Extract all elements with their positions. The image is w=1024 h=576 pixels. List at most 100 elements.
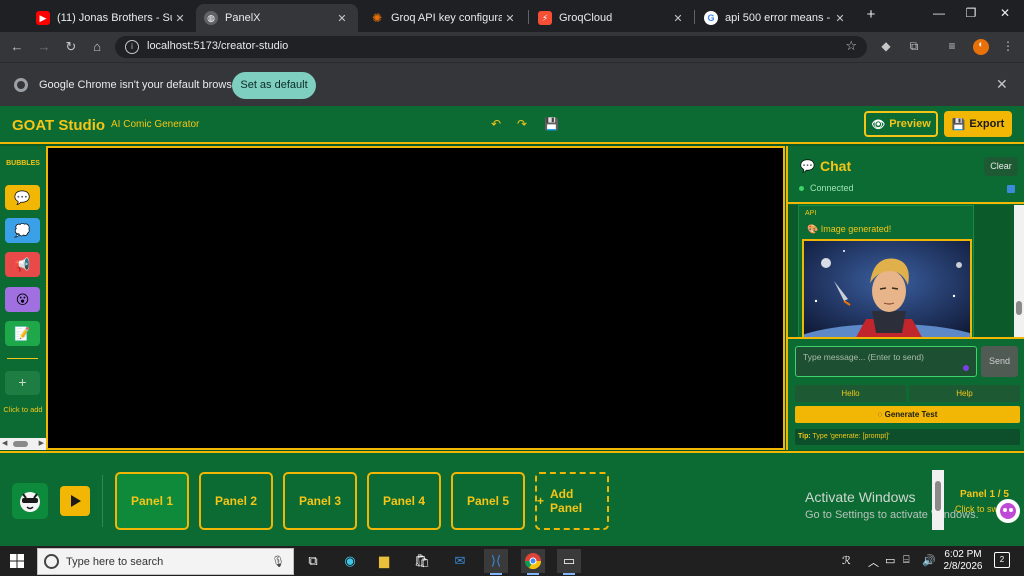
notification-center[interactable]: 2: [994, 552, 1010, 568]
reload-icon[interactable]: ↻: [62, 39, 80, 55]
comic-canvas[interactable]: [46, 146, 785, 450]
add-panel-button[interactable]: + Add Panel: [535, 472, 609, 530]
minimize-button[interactable]: —: [924, 6, 954, 20]
panel-3-button[interactable]: Panel 3: [283, 472, 357, 530]
tab-google-search[interactable]: G api 500 error means - Google ✕: [696, 4, 856, 32]
globe-icon: ◍: [204, 11, 218, 25]
eye-icon: 👁: [871, 118, 886, 131]
file-explorer-icon[interactable]: ▆: [372, 549, 396, 573]
scroll-thumb[interactable]: [1016, 301, 1022, 315]
panel-strip: Panel 1 Panel 2 Panel 3 Panel 4 Panel 5 …: [0, 451, 1024, 546]
extension-icon[interactable]: ◆: [878, 39, 894, 55]
infobar-close-icon[interactable]: ✕: [996, 76, 1008, 93]
menu-kebab-icon[interactable]: ⋮: [1000, 39, 1016, 55]
chat-message-input[interactable]: Type message... (Enter to send): [795, 346, 977, 377]
caption-box-icon: 📝: [14, 325, 31, 341]
play-button[interactable]: [60, 486, 90, 516]
chat-message: API 🎨 Image generated!: [798, 205, 974, 337]
scroll-left-icon[interactable]: ◀: [2, 439, 7, 447]
status-square-icon: [1007, 185, 1015, 193]
puzzle-icon[interactable]: ⧉: [906, 39, 922, 55]
close-icon[interactable]: ✕: [334, 12, 350, 25]
task-view-icon[interactable]: ⧉: [301, 549, 325, 573]
chrome-taskbar-icon[interactable]: [521, 549, 545, 575]
chat-messages[interactable]: API 🎨 Image generated!: [788, 205, 1024, 337]
click-to-add-hint: Click to add: [3, 405, 43, 414]
tab-groq-config[interactable]: ✺ Groq API key configuration ✕: [362, 4, 526, 32]
brand-title: GOAT Studio: [12, 117, 106, 134]
undo-icon[interactable]: ↶: [491, 117, 501, 131]
panel-5-button[interactable]: Panel 5: [451, 472, 525, 530]
generated-image[interactable]: [802, 239, 972, 337]
scroll-thumb[interactable]: [935, 481, 941, 511]
generate-test-button[interactable]: ◌ Generate Test: [795, 406, 1020, 423]
close-icon[interactable]: ✕: [502, 12, 518, 25]
address-bar[interactable]: i localhost:5173/creator-studio ☆: [115, 36, 867, 58]
people-icon[interactable]: ℛ: [842, 554, 851, 567]
tab-groqcloud[interactable]: ⚡ GroqCloud ✕: [530, 4, 694, 32]
forward-icon[interactable]: →: [35, 39, 53, 54]
shout-bubble-button[interactable]: 📢: [5, 252, 40, 277]
panel-1-button[interactable]: Panel 1: [115, 472, 189, 530]
thought-bubble-icon: 💭: [14, 222, 31, 238]
copilot-icon: [1000, 503, 1016, 519]
goat-icon: [20, 492, 40, 512]
clear-chat-button[interactable]: Clear: [984, 157, 1018, 176]
media-control-icon[interactable]: ≡: [944, 39, 960, 55]
network-icon[interactable]: ⌸: [903, 554, 910, 567]
tab-separator: [528, 10, 529, 24]
assistant-avatar[interactable]: [996, 499, 1020, 523]
volume-icon[interactable]: 🔊: [922, 554, 936, 567]
terminal-icon[interactable]: ▭: [557, 549, 581, 575]
store-icon[interactable]: 🛍: [410, 549, 434, 573]
windows-start-icon[interactable]: [10, 554, 24, 568]
scroll-thumb[interactable]: [13, 441, 28, 447]
scroll-right-icon[interactable]: ▶: [39, 439, 44, 447]
microphone-icon[interactable]: 🎙: [271, 555, 285, 568]
groq-icon: ⚡: [538, 11, 552, 25]
panel-2-button[interactable]: Panel 2: [199, 472, 273, 530]
speech-bubble-button[interactable]: 💬: [5, 185, 40, 210]
tab-youtube[interactable]: ▶ (11) Jonas Brothers - Sucker ✕: [28, 4, 196, 32]
back-icon[interactable]: ←: [8, 39, 26, 54]
home-icon[interactable]: ⌂: [88, 39, 106, 54]
close-window-button[interactable]: ✕: [990, 6, 1020, 20]
restore-button[interactable]: ❐: [956, 6, 986, 20]
tab-panelx[interactable]: ◍ PanelX ✕: [196, 4, 358, 32]
tab-title: api 500 error means - Google: [725, 12, 832, 24]
save-icon[interactable]: 💾: [544, 117, 559, 131]
quick-hello-button[interactable]: Hello: [795, 385, 906, 402]
thought-bubble-button[interactable]: 💭: [5, 218, 40, 243]
chat-title: Chat: [820, 158, 852, 174]
sidebar-horizontal-scrollbar[interactable]: ◀ ▶: [0, 438, 46, 450]
edge-icon[interactable]: ◉: [338, 549, 362, 573]
system-clock[interactable]: 6:02 PM 2/8/2026: [943, 549, 983, 573]
meet-now-icon[interactable]: ▭: [885, 554, 895, 567]
message-body: Image generated!: [820, 224, 892, 234]
tray-chevron-icon[interactable]: ︿: [868, 554, 879, 570]
site-info-icon[interactable]: i: [125, 40, 139, 54]
redo-icon[interactable]: ↷: [517, 117, 527, 131]
mail-icon[interactable]: ✉: [448, 549, 472, 573]
panel-counter: Panel 1 / 5: [960, 489, 1009, 500]
export-button[interactable]: 💾 Export: [944, 111, 1012, 137]
send-button[interactable]: Send: [981, 346, 1018, 377]
vscode-icon[interactable]: ⟩⟨: [484, 549, 508, 575]
caption-box-button[interactable]: 📝: [5, 321, 40, 346]
close-icon[interactable]: ✕: [670, 12, 686, 25]
new-tab-button[interactable]: +: [856, 6, 886, 23]
chat-scrollbar[interactable]: [1014, 205, 1024, 337]
bookmark-star-icon[interactable]: ☆: [845, 38, 857, 54]
add-bubble-button[interactable]: +: [5, 371, 40, 395]
close-icon[interactable]: ✕: [172, 12, 188, 25]
panel-strip-scrollbar[interactable]: [932, 470, 944, 530]
browser-toolbar: ← → ↻ ⌂ i localhost:5173/creator-studio …: [0, 32, 1024, 62]
whisper-bubble-button[interactable]: 😮: [5, 287, 40, 312]
set-as-default-button[interactable]: Set as default: [232, 72, 316, 99]
preview-button[interactable]: 👁 Preview: [864, 111, 938, 137]
quick-help-button[interactable]: Help: [909, 385, 1020, 402]
taskbar-search[interactable]: Type here to search 🎙: [37, 548, 294, 575]
profile-avatar[interactable]: ◐: [973, 39, 989, 55]
panel-4-button[interactable]: Panel 4: [367, 472, 441, 530]
close-icon[interactable]: ✕: [832, 12, 848, 25]
